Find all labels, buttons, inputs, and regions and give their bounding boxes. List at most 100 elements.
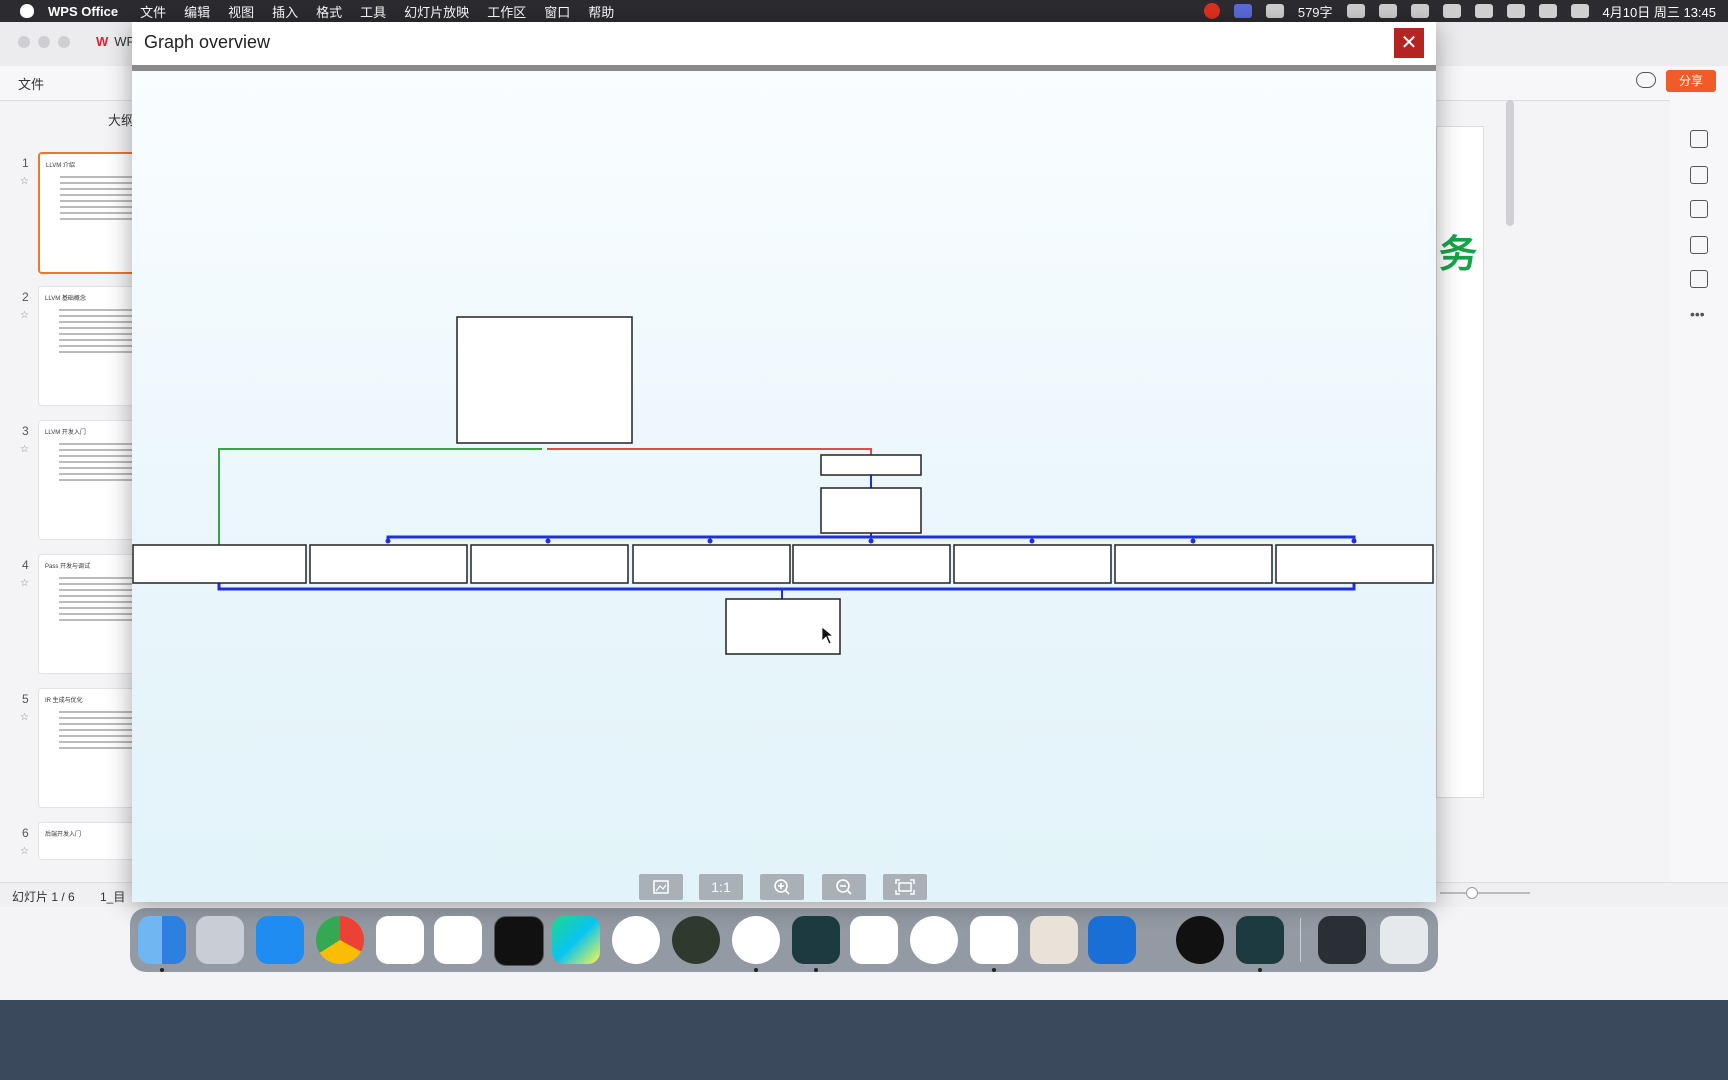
datetime[interactable]: 4月10日 周三 13:45 [1603,2,1716,21]
graph-overview-dialog: Graph overview ✕ 1:1 [132,22,1436,902]
dock-previews[interactable] [612,916,660,964]
wps-status-icon[interactable] [1265,4,1284,18]
emoji-icon[interactable] [1346,4,1365,18]
fit-screen-icon [895,879,915,895]
word-count[interactable]: 579字 [1298,2,1333,21]
star-icon[interactable]: ☆ [20,444,29,455]
menu-workspace[interactable]: 工作区 [487,2,526,21]
apple-icon[interactable] [20,4,34,18]
case-block-5[interactable] [792,544,951,584]
dock-vscode[interactable] [434,916,482,964]
dock-filmora-launcher[interactable] [1236,916,1284,964]
dock-teamviewer[interactable] [732,916,780,964]
dock-baidu-netdisk[interactable] [376,916,424,964]
menu-help[interactable]: 帮助 [588,2,614,21]
comment-icon[interactable] [1690,200,1708,218]
sync-icon[interactable] [1506,4,1525,18]
theme-indicator[interactable]: 1_目 [100,888,125,905]
condition-block[interactable] [820,454,922,476]
dock-separator [1300,918,1301,962]
screen-record-icon[interactable] [1203,3,1220,19]
style-icon[interactable] [1690,236,1708,254]
star-icon[interactable]: ☆ [20,310,29,321]
star-icon[interactable] [1690,166,1708,184]
dock-qq[interactable] [1176,916,1224,964]
entry-block[interactable] [456,316,633,444]
fit-to-window-button[interactable] [883,874,927,900]
slide-glimpse-text: 务 [1439,234,1478,276]
menu-view[interactable]: 视图 [228,2,254,21]
dock [130,908,1438,972]
case-block-7[interactable] [1114,544,1273,584]
dock-wps-office[interactable] [970,916,1018,964]
zoom-window-button[interactable] [58,36,70,48]
case-block-2[interactable] [309,544,468,584]
dock-filmora[interactable] [792,916,840,964]
dock-chrome[interactable] [316,916,364,964]
control-center-icon[interactable] [1570,4,1589,18]
star-icon[interactable]: ☆ [20,712,29,723]
actual-size-button[interactable]: 1:1 [699,874,743,900]
window-controls [18,36,70,48]
menu-file[interactable]: 文件 [140,2,166,21]
screen-mirror-icon[interactable] [1233,4,1252,18]
edge-bottom-bus [217,583,1356,591]
vertical-scrollbar[interactable] [1506,100,1514,226]
dispatch-block[interactable] [820,487,922,534]
menu-slideshow[interactable]: 幻灯片放映 [404,2,469,21]
dock-app-store[interactable] [256,916,304,964]
battery-icon[interactable] [1442,4,1461,18]
history-icon[interactable] [1690,270,1708,288]
adjust-icon[interactable] [1690,130,1708,148]
search-icon[interactable] [1538,4,1557,18]
case-block-4[interactable] [632,544,791,584]
minimize-window-button[interactable] [38,36,50,48]
dock-launchpad[interactable] [196,916,244,964]
dock-instruments[interactable] [1088,916,1136,964]
export-image-button[interactable] [639,874,683,900]
menu-tools[interactable]: 工具 [360,2,386,21]
wifi-icon[interactable] [1474,4,1493,18]
menu-window[interactable]: 窗口 [544,2,570,21]
star-icon[interactable]: ☆ [20,176,29,187]
case-block-3[interactable] [470,544,629,584]
share-button[interactable]: 分享 [1666,70,1716,92]
running-indicator [1258,968,1262,972]
close-button[interactable]: ✕ [1394,28,1424,58]
dialog-header: Graph overview ✕ [132,22,1436,66]
file-menu-button[interactable]: 文件 [18,74,44,93]
dock-iu[interactable] [910,916,958,964]
dock-lark[interactable] [850,916,898,964]
menu-insert[interactable]: 插入 [272,2,298,21]
case-block-6[interactable] [953,544,1112,584]
zoom-out-button[interactable] [822,874,866,900]
exit-block[interactable] [725,598,841,655]
zoom-slider-track[interactable] [1440,892,1530,894]
graph-canvas[interactable] [132,71,1436,902]
status-area: 579字 4月10日 周三 13:45 [1203,0,1716,22]
dock-finder[interactable] [138,916,186,964]
slide-number: 5 [22,692,29,706]
cloud-icon[interactable] [1636,72,1656,88]
menu-format[interactable]: 格式 [316,2,342,21]
case-block-8[interactable] [1275,544,1434,584]
star-icon[interactable]: ☆ [20,846,29,857]
input-method-icon[interactable] [1410,4,1429,18]
dock-script-editor[interactable] [1030,916,1078,964]
close-window-button[interactable] [18,36,30,48]
dock-console[interactable] [1318,916,1366,964]
dock-trash[interactable] [1380,916,1428,964]
outline-tab[interactable]: 大纲 [108,110,134,129]
star-icon[interactable]: ☆ [20,578,29,589]
menu-edit[interactable]: 编辑 [184,2,210,21]
dock-android-studio[interactable] [672,916,720,964]
zoom-in-button[interactable] [760,874,804,900]
menu-bar: WPS Office 文件 编辑 视图 插入 格式 工具 幻灯片放映 工作区 窗… [0,0,1728,22]
zoom-slider-knob[interactable] [1466,887,1478,899]
more-icon[interactable]: ••• [1690,306,1706,322]
dock-webstorm[interactable] [552,916,600,964]
dock-terminal[interactable] [494,916,544,966]
app-name[interactable]: WPS Office [48,4,118,19]
mic-icon[interactable] [1378,4,1397,18]
case-block-1[interactable] [132,544,307,584]
